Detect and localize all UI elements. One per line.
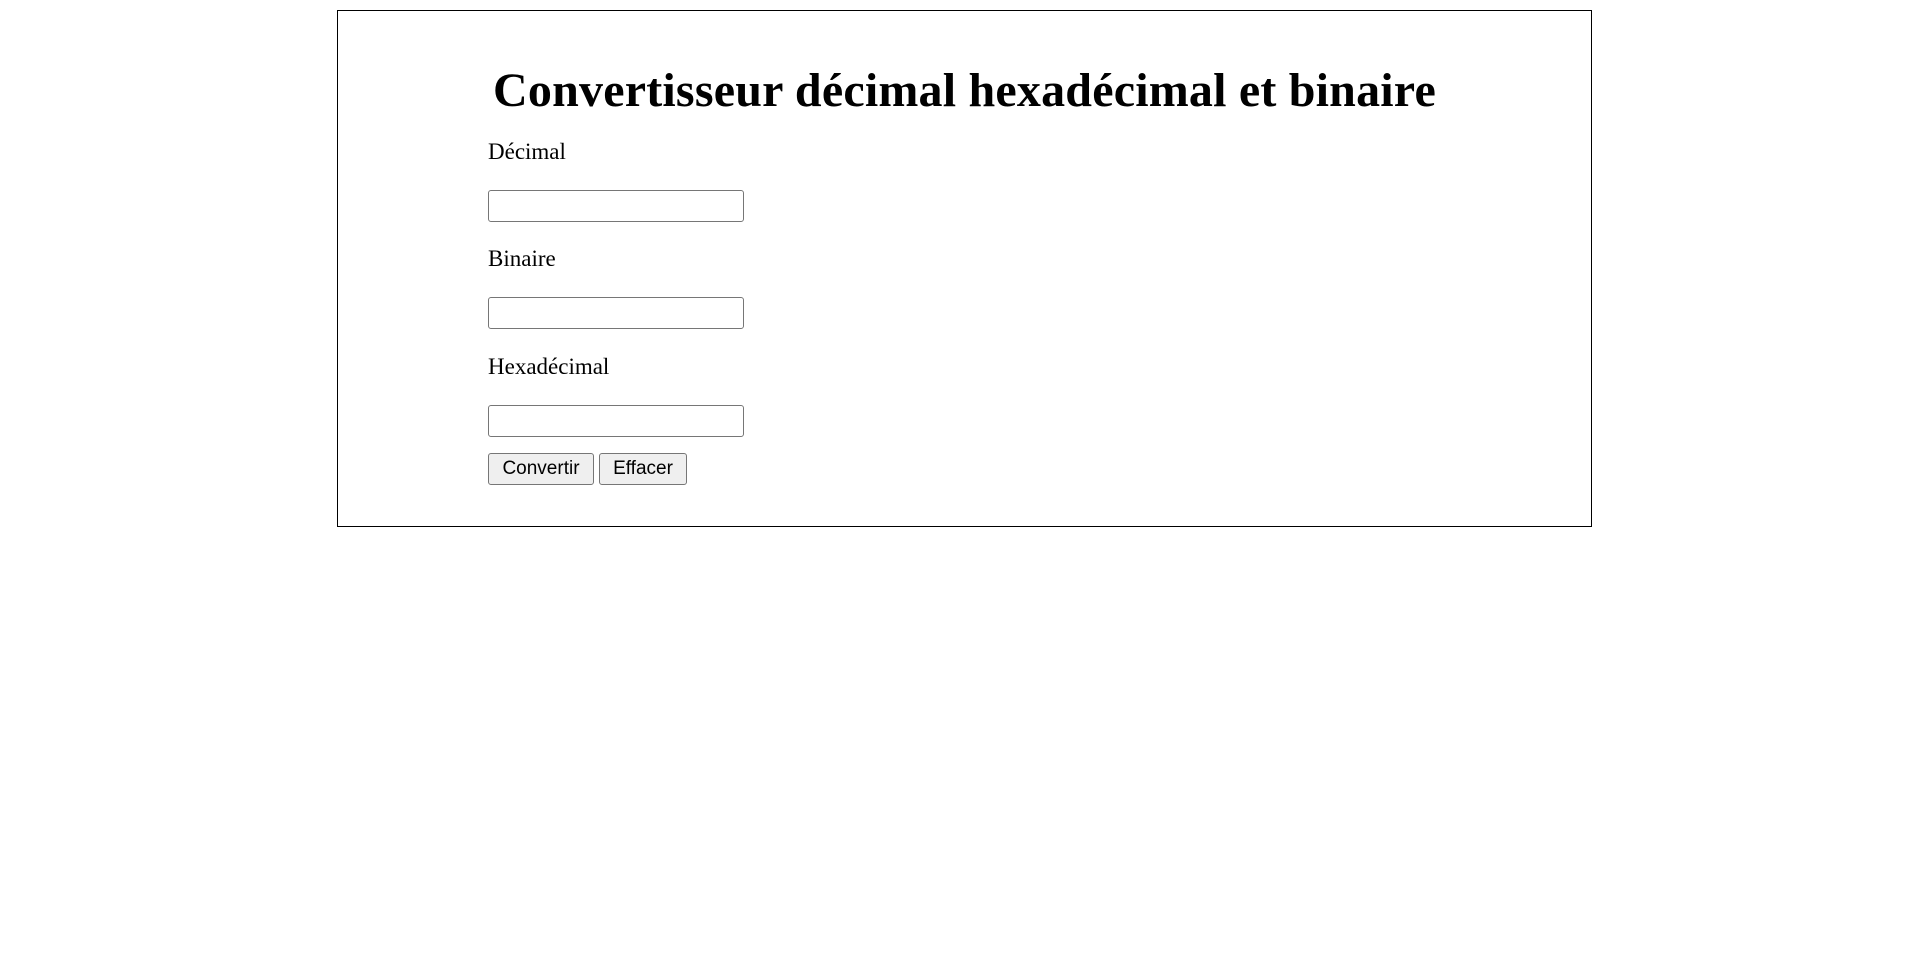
decimal-input[interactable] — [488, 190, 744, 222]
convert-button[interactable]: Convertir — [488, 453, 594, 485]
binary-input[interactable] — [488, 297, 744, 329]
clear-button[interactable]: Effacer — [599, 453, 687, 485]
decimal-label: Décimal — [488, 139, 566, 164]
hex-input[interactable] — [488, 405, 744, 437]
hex-label: Hexadécimal — [488, 354, 610, 379]
page-title: Convertisseur décimal hexadécimal et bin… — [493, 64, 1436, 117]
binary-label: Binaire — [488, 246, 556, 271]
